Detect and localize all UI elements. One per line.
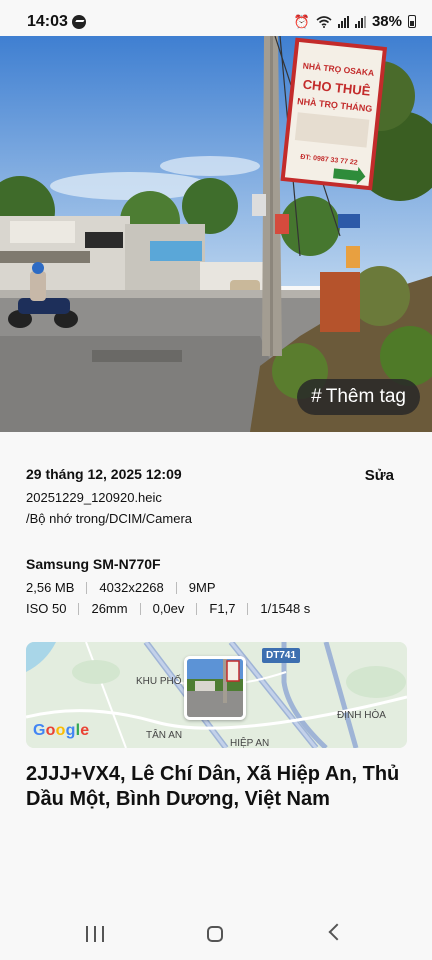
map-label-tan-an: TÂN AN <box>146 730 183 741</box>
photo-view[interactable]: NHÀ TRỌ OSAKA CHO THUÊ NHÀ TRỌ THÁNG ĐT:… <box>0 36 432 432</box>
signal-icon-2 <box>354 15 366 28</box>
shutter-speed: 1/1548 s <box>260 601 311 616</box>
exposure-value: 0,0ev <box>152 601 185 616</box>
camera-specs-row: ISO 50 26mm 0,0ev F1,7 1/1548 s <box>26 601 310 616</box>
back-icon[interactable] <box>328 923 346 941</box>
hash-icon: # <box>311 386 322 407</box>
battery-percent: 38% <box>371 13 402 30</box>
add-tag-button[interactable]: # Thêm tag <box>297 379 420 415</box>
file-path: /Bộ nhớ trong/DCIM/Camera <box>26 511 193 526</box>
divider <box>78 602 80 615</box>
iso: ISO 50 <box>26 601 67 616</box>
road-badge: DT741 <box>262 648 301 663</box>
google-logo: Google <box>33 722 90 739</box>
battery-icon <box>408 15 416 28</box>
divider <box>175 581 177 594</box>
status-time: 14:03 <box>27 13 68 30</box>
status-icons: ⏰ 38% <box>294 13 416 30</box>
messenger-icon <box>72 15 86 29</box>
device-model: Samsung SM-N770F <box>26 556 161 572</box>
alarm-icon: ⏰ <box>293 13 310 29</box>
location-address: 2JJJ+VX4, Lê Chí Dân, Xã Hiệp An, Thủ Dầ… <box>26 763 400 810</box>
resolution: 4032x2268 <box>99 580 164 595</box>
system-navigation-bar <box>0 912 432 960</box>
divider <box>86 581 88 594</box>
map-label-dinh-hoa: ĐỊNH HÒA <box>337 710 386 721</box>
recent-apps-icon[interactable] <box>86 926 104 942</box>
map-label-hiep-an: HIỆP AN <box>230 738 270 748</box>
add-tag-label: Thêm tag <box>325 386 406 407</box>
file-size: 2,56 MB <box>26 580 75 595</box>
file-specs-row: 2,56 MB 4032x2268 9MP <box>26 580 216 595</box>
divider <box>139 602 141 615</box>
focal-length: 26mm <box>91 601 128 616</box>
divider <box>247 602 249 615</box>
map-photo-thumbnail[interactable] <box>184 656 246 720</box>
wifi-icon <box>316 15 332 28</box>
location-map[interactable]: DT741 KHU PHỐ TÂN AN HIỆP AN ĐỊNH HÒA Go… <box>26 642 407 748</box>
file-name: 20251229_120920.heic <box>26 490 162 505</box>
edit-button[interactable]: Sửa <box>365 467 394 484</box>
megapixels: 9MP <box>188 580 216 595</box>
home-icon[interactable] <box>207 926 223 942</box>
photo-datetime: 29 tháng 12, 2025 12:09 <box>26 466 182 482</box>
divider <box>196 602 198 615</box>
signal-icon <box>337 15 349 28</box>
map-label-khu-pho: KHU PHỐ <box>136 676 182 687</box>
aperture: F1,7 <box>209 601 236 616</box>
